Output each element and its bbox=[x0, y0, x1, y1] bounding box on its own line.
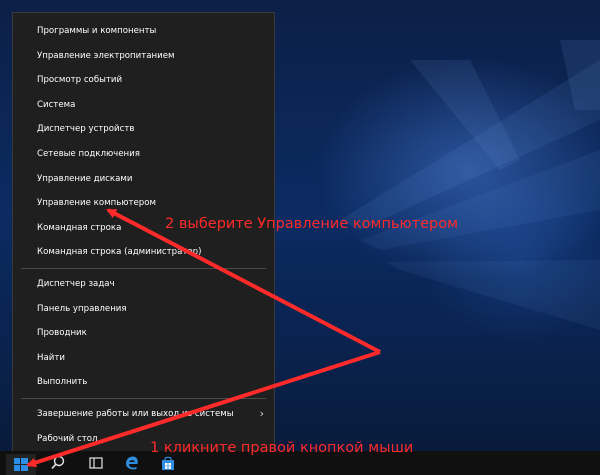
store-icon[interactable] bbox=[160, 455, 176, 471]
menu-item-label: Найти bbox=[37, 352, 65, 363]
menu-item-label: Выполнить bbox=[37, 377, 88, 388]
menu-item-cmd-admin[interactable]: Командная строка (администратор) bbox=[13, 240, 274, 265]
menu-separator bbox=[21, 267, 266, 269]
menu-item-control-panel[interactable]: Панель управления bbox=[13, 297, 274, 322]
menu-item-label: Командная строка (администратор) bbox=[37, 247, 202, 258]
menu-item-device-manager[interactable]: Диспетчер устройств bbox=[13, 117, 274, 142]
menu-item-run[interactable]: Выполнить bbox=[13, 370, 274, 395]
menu-item-label: Просмотр событий bbox=[37, 75, 123, 86]
menu-item-label: Панель управления bbox=[37, 303, 127, 314]
menu-item-programs[interactable]: Программы и компоненты bbox=[13, 19, 274, 44]
menu-item-label: Программы и компоненты bbox=[37, 26, 157, 36]
menu-item-task-manager[interactable]: Диспетчер задач bbox=[13, 272, 274, 297]
menu-item-system[interactable]: Система bbox=[13, 93, 274, 118]
chevron-right-icon: › bbox=[259, 406, 264, 420]
winx-context-menu: Программы и компоненты Управление электро… bbox=[12, 12, 275, 452]
menu-item-label: Диспетчер задач bbox=[37, 278, 115, 289]
menu-item-network[interactable]: Сетевые подключения bbox=[13, 142, 274, 167]
menu-item-label: Управление дисками bbox=[37, 173, 133, 184]
menu-item-event-viewer[interactable]: Просмотр событий bbox=[13, 68, 274, 93]
menu-item-label: Проводник bbox=[37, 328, 87, 339]
task-view-icon[interactable] bbox=[88, 455, 104, 471]
annotation-step-1: 1 кликните правой кнопкой мыши bbox=[150, 440, 414, 456]
search-icon[interactable] bbox=[50, 455, 66, 471]
menu-item-label: Завершение работы или выход из системы bbox=[37, 408, 234, 419]
menu-item-search[interactable]: Найти bbox=[13, 346, 274, 371]
menu-item-shutdown[interactable]: Завершение работы или выход из системы › bbox=[13, 402, 274, 427]
start-button[interactable] bbox=[6, 454, 36, 475]
menu-item-label: Система bbox=[37, 99, 76, 110]
menu-item-label: Рабочий стол bbox=[37, 433, 98, 444]
annotation-step-2: 2 выберите Управление компьютером bbox=[165, 216, 459, 232]
menu-item-disk-management[interactable]: Управление дисками bbox=[13, 167, 274, 192]
menu-item-label: Диспетчер устройств bbox=[37, 124, 135, 135]
menu-item-power[interactable]: Управление электропитанием bbox=[13, 44, 274, 69]
edge-browser-icon[interactable] bbox=[124, 455, 140, 471]
menu-item-computer-management[interactable]: Управление компьютером bbox=[13, 191, 274, 216]
menu-separator bbox=[21, 397, 266, 399]
menu-item-explorer[interactable]: Проводник bbox=[13, 321, 274, 346]
menu-item-label: Командная строка bbox=[37, 222, 122, 233]
menu-item-label: Управление компьютером bbox=[37, 198, 156, 209]
menu-item-label: Управление электропитанием bbox=[37, 50, 175, 61]
menu-item-label: Сетевые подключения bbox=[37, 148, 140, 159]
